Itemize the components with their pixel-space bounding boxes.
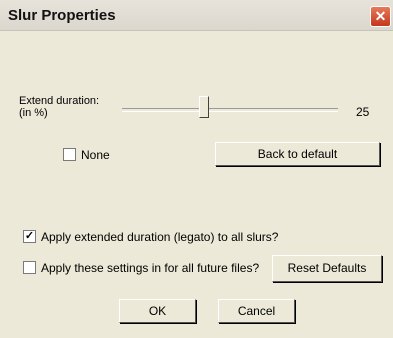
apply-legato-checkbox[interactable]: ✓ xyxy=(23,230,36,243)
title-bar: Slur Properties ✕ xyxy=(0,0,393,31)
none-label: None xyxy=(81,148,110,162)
dialog-body xyxy=(0,31,393,338)
none-checkbox[interactable] xyxy=(63,148,76,161)
extend-duration-label: Extend duration: xyxy=(19,95,100,107)
ok-button[interactable]: OK xyxy=(119,299,196,323)
reset-defaults-button[interactable]: Reset Defaults xyxy=(272,255,382,282)
extend-duration-slider[interactable] xyxy=(122,108,338,112)
dialog-title: Slur Properties xyxy=(8,7,116,24)
back-to-default-button[interactable]: Back to default xyxy=(215,142,380,166)
extend-duration-value: 25 xyxy=(356,105,370,119)
close-icon[interactable]: ✕ xyxy=(370,6,391,27)
apply-future-checkbox[interactable] xyxy=(23,261,36,274)
apply-future-label: Apply these settings in for all future f… xyxy=(41,261,260,275)
cancel-button[interactable]: Cancel xyxy=(218,299,295,323)
extend-duration-unit-label: (in %) xyxy=(19,107,48,119)
apply-legato-label: Apply extended duration (legato) to all … xyxy=(41,230,279,244)
extend-duration-slider-thumb[interactable] xyxy=(199,96,209,118)
